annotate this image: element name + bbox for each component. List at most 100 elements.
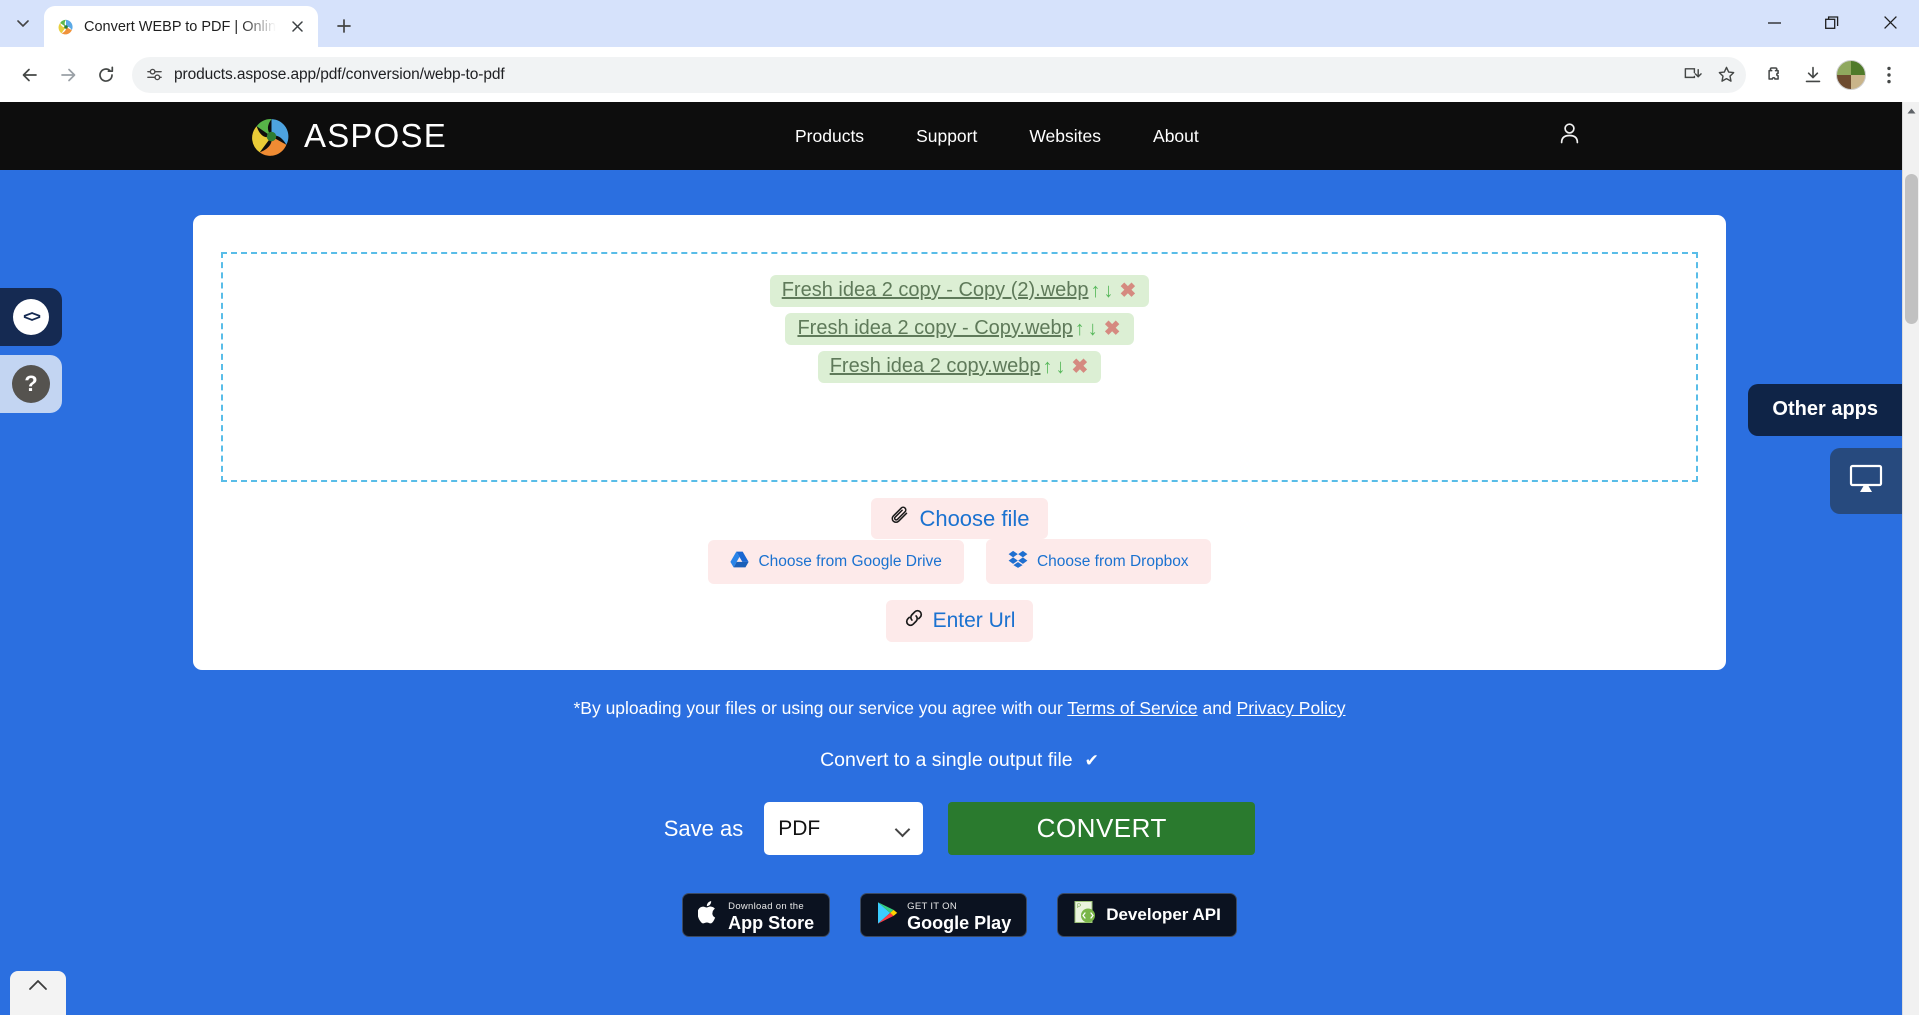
remove-file-icon[interactable]: ✖ xyxy=(1119,281,1138,301)
reload-button[interactable] xyxy=(88,57,124,93)
page-main: Fresh idea 2 copy - Copy (2).webp ↑ ↓ ✖ … xyxy=(0,215,1919,937)
badge-line2: Google Play xyxy=(907,913,1011,933)
tab-title: Convert WEBP to PDF | Online a xyxy=(84,19,276,35)
remove-file-icon[interactable]: ✖ xyxy=(1103,319,1122,339)
window-close-button[interactable] xyxy=(1861,0,1919,45)
apple-icon xyxy=(698,900,719,930)
desktop-app-button[interactable] xyxy=(1830,448,1902,514)
embed-code-button[interactable]: <> xyxy=(0,288,62,346)
nav-item-websites[interactable]: Websites xyxy=(1029,126,1101,147)
nav-item-products[interactable]: Products xyxy=(795,126,864,147)
plus-icon xyxy=(337,19,351,33)
google-play-text: GET IT ON Google Play xyxy=(907,896,1011,934)
google-drive-label: Choose from Google Drive xyxy=(758,553,942,571)
terms-of-service-link[interactable]: Terms of Service xyxy=(1067,698,1197,718)
format-select-wrapper: PDF DOCX XLSX PPTX HTML JPG PNG TIFF xyxy=(764,802,923,855)
bookmark-button[interactable] xyxy=(1712,61,1740,89)
file-list-item[interactable]: Fresh idea 2 copy - Copy (2).webp ↑ ↓ ✖ xyxy=(770,275,1150,307)
page-viewport: ASPOSE Products Support Websites About xyxy=(0,102,1919,1015)
code-icon: <> xyxy=(13,299,49,335)
svg-text:P: P xyxy=(1077,904,1081,910)
remove-file-icon[interactable]: ✖ xyxy=(1071,357,1090,377)
user-icon xyxy=(1556,120,1583,147)
tab-strip: Convert WEBP to PDF | Online a xyxy=(0,0,1919,47)
page-scrollbar[interactable] xyxy=(1902,102,1919,1015)
dropbox-label: Choose from Dropbox xyxy=(1037,553,1189,571)
legal-notice: *By uploading your files or using our se… xyxy=(0,698,1919,719)
left-floating-widgets: <> ? xyxy=(0,288,62,413)
tab-favicon xyxy=(57,18,75,36)
forward-button[interactable] xyxy=(50,57,86,93)
move-up-icon[interactable]: ↑ xyxy=(1090,281,1102,301)
help-button[interactable]: ? xyxy=(0,355,62,413)
move-down-icon[interactable]: ↓ xyxy=(1103,281,1115,301)
scrollbar-up-arrow[interactable] xyxy=(1903,102,1919,119)
link-icon xyxy=(904,608,924,634)
profile-avatar[interactable] xyxy=(1836,60,1866,90)
badge-line1: GET IT ON xyxy=(907,901,957,912)
account-button[interactable] xyxy=(1556,120,1583,152)
install-app-button[interactable] xyxy=(1678,61,1706,89)
developer-api-icon: P xyxy=(1073,900,1097,931)
new-tab-button[interactable] xyxy=(327,9,361,43)
window-minimize-button[interactable] xyxy=(1745,0,1803,45)
enter-url-label: Enter Url xyxy=(933,609,1016,633)
file-name: Fresh idea 2 copy - Copy (2).webp xyxy=(782,279,1089,302)
move-up-icon[interactable]: ↑ xyxy=(1042,357,1054,377)
file-list-item[interactable]: Fresh idea 2 copy.webp ↑ ↓ ✖ xyxy=(818,351,1102,383)
move-down-icon[interactable]: ↓ xyxy=(1055,357,1067,377)
single-output-checkbox[interactable]: ✔ xyxy=(1085,751,1099,771)
file-name: Fresh idea 2 copy - Copy.webp xyxy=(797,317,1072,340)
browser-tab[interactable]: Convert WEBP to PDF | Online a xyxy=(44,6,318,47)
convert-button[interactable]: CONVERT xyxy=(948,802,1255,855)
legal-prefix: *By uploading your files or using our se… xyxy=(573,698,1067,718)
restore-icon xyxy=(1825,16,1839,30)
downloads-button[interactable] xyxy=(1795,57,1831,93)
dropbox-icon xyxy=(1008,550,1028,573)
scroll-to-top-button[interactable] xyxy=(10,971,66,1015)
close-icon xyxy=(1884,16,1897,29)
google-play-badge[interactable]: GET IT ON Google Play xyxy=(860,893,1027,937)
app-store-text: Download on the App Store xyxy=(728,896,814,934)
paperclip-icon xyxy=(889,505,910,532)
choose-dropbox-button[interactable]: Choose from Dropbox xyxy=(986,539,1211,584)
format-select[interactable]: PDF DOCX XLSX PPTX HTML JPG PNG TIFF xyxy=(764,802,923,855)
other-apps-button[interactable]: Other apps xyxy=(1748,384,1902,436)
choose-google-drive-button[interactable]: Choose from Google Drive xyxy=(708,540,964,584)
app-store-badge[interactable]: Download on the App Store xyxy=(682,893,830,937)
move-up-icon[interactable]: ↑ xyxy=(1074,319,1086,339)
developer-api-badge[interactable]: P Developer API xyxy=(1057,893,1237,937)
file-list-item[interactable]: Fresh idea 2 copy - Copy.webp ↑ ↓ ✖ xyxy=(785,313,1133,345)
google-play-icon xyxy=(876,901,898,930)
browser-toolbar: products.aspose.app/pdf/conversion/webp-… xyxy=(0,47,1919,102)
enter-url-button[interactable]: Enter Url xyxy=(886,600,1034,642)
privacy-policy-link[interactable]: Privacy Policy xyxy=(1237,698,1346,718)
tab-close-button[interactable] xyxy=(285,15,309,39)
move-down-icon[interactable]: ↓ xyxy=(1087,319,1099,339)
nav-item-support[interactable]: Support xyxy=(916,126,977,147)
choose-file-label: Choose file xyxy=(919,506,1029,532)
google-drive-icon xyxy=(730,551,749,573)
address-bar[interactable]: products.aspose.app/pdf/conversion/webp-… xyxy=(132,57,1746,93)
arrow-left-icon xyxy=(20,65,40,85)
site-logo[interactable]: ASPOSE xyxy=(251,116,447,157)
caret-up-icon xyxy=(1907,108,1916,114)
browser-menu-button[interactable] xyxy=(1871,57,1907,93)
monitor-icon xyxy=(1849,464,1883,499)
reload-icon xyxy=(96,65,116,85)
install-icon xyxy=(1683,65,1702,84)
window-controls xyxy=(1745,0,1919,45)
window-maximize-button[interactable] xyxy=(1803,0,1861,45)
chevron-up-icon xyxy=(28,979,48,991)
right-floating-widgets: Other apps xyxy=(1748,384,1902,514)
legal-and: and xyxy=(1198,698,1237,718)
nav-item-about[interactable]: About xyxy=(1153,126,1199,147)
site-info-icon[interactable] xyxy=(140,61,168,89)
file-dropzone[interactable]: Fresh idea 2 copy - Copy (2).webp ↑ ↓ ✖ … xyxy=(221,252,1698,482)
scrollbar-thumb[interactable] xyxy=(1905,174,1918,324)
choose-file-button[interactable]: Choose file xyxy=(871,498,1047,539)
back-button[interactable] xyxy=(12,57,48,93)
extensions-button[interactable] xyxy=(1757,57,1793,93)
tab-search-button[interactable] xyxy=(6,7,40,41)
aspose-logo-icon xyxy=(251,116,292,157)
